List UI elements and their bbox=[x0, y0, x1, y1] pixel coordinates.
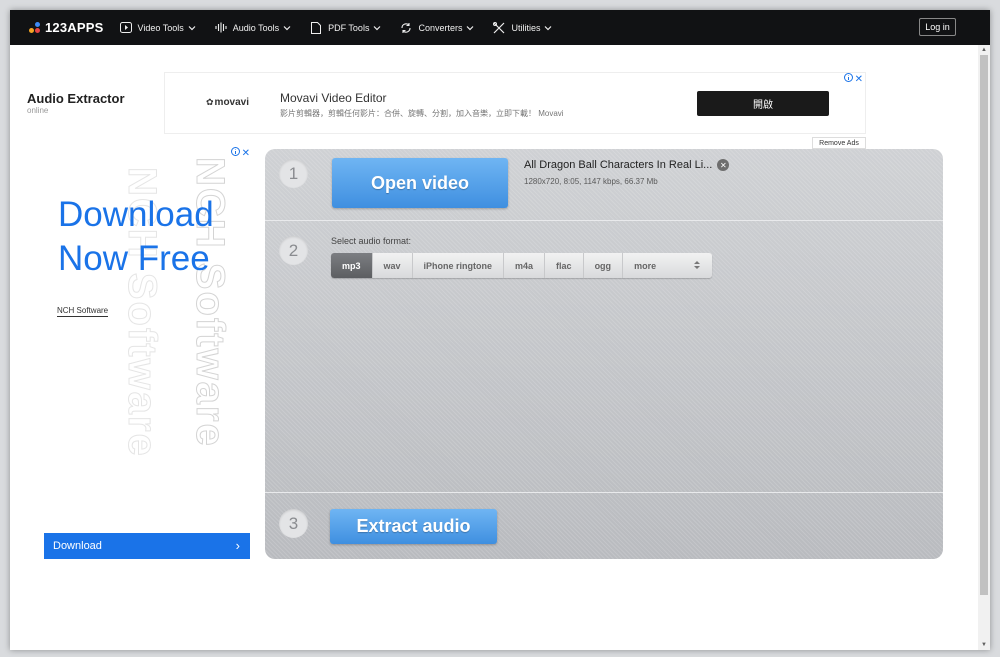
logo[interactable]: 123APPS bbox=[29, 20, 104, 35]
convert-icon bbox=[400, 22, 412, 34]
info-icon[interactable] bbox=[230, 147, 240, 159]
page-title: Audio Extractor bbox=[27, 91, 125, 106]
format-wav[interactable]: wav bbox=[373, 253, 413, 278]
nav-pdf-tools-label: PDF Tools bbox=[328, 22, 370, 33]
remove-file-icon[interactable]: ✕ bbox=[717, 159, 730, 171]
format-label: Select audio format: bbox=[331, 236, 412, 246]
ad-brand-logo: ✿movavi bbox=[206, 97, 250, 108]
movavi-logo-icon: ✿ bbox=[206, 97, 214, 107]
ad-download-button[interactable]: Download › bbox=[44, 533, 250, 559]
format-more-select[interactable]: more bbox=[623, 253, 712, 278]
format-ogg[interactable]: ogg bbox=[584, 253, 624, 278]
ad-choices[interactable]: ✕ bbox=[230, 147, 250, 159]
nav-video-tools[interactable]: Video Tools bbox=[119, 22, 196, 34]
ad-open-button[interactable]: 開啟 bbox=[697, 91, 829, 116]
tools-icon bbox=[493, 21, 505, 34]
nav-audio-tools[interactable]: Audio Tools bbox=[215, 22, 291, 34]
scrollbar[interactable]: ▲ ▼ bbox=[978, 45, 990, 650]
nav-pdf-tools[interactable]: PDF Tools bbox=[310, 21, 381, 34]
nav-audio-tools-label: Audio Tools bbox=[232, 22, 280, 33]
logo-text: 123APPS bbox=[45, 20, 104, 35]
file-name: All Dragon Ball Characters In Real Li...… bbox=[524, 159, 730, 171]
updown-arrow-icon bbox=[693, 260, 701, 272]
top-navbar: 123APPS Video Tools Audio Tools PDF Tool… bbox=[10, 10, 990, 45]
format-m4a[interactable]: m4a bbox=[504, 253, 546, 278]
scrollbar-thumb[interactable] bbox=[980, 55, 988, 595]
top-banner-ad[interactable]: ✿movavi Movavi Video Editor 影片剪輯器，剪輯任何影片… bbox=[164, 72, 866, 134]
nav-utilities-label: Utilities bbox=[511, 22, 541, 33]
ad-choices[interactable]: ✕ bbox=[843, 73, 863, 85]
nav-converters[interactable]: Converters bbox=[400, 22, 474, 34]
open-video-button[interactable]: Open video bbox=[332, 158, 508, 208]
ad-description: 影片剪輯器，剪輯任何影片：合併、旋轉、分割，加入音樂，立即下載！ Movavi bbox=[280, 109, 564, 118]
format-selector: mp3 wav iPhone ringtone m4a flac ogg mor… bbox=[331, 253, 713, 278]
close-icon[interactable]: ✕ bbox=[855, 74, 863, 85]
nav-video-tools-label: Video Tools bbox=[137, 22, 184, 33]
divider bbox=[265, 220, 943, 221]
play-icon bbox=[119, 22, 132, 34]
ad-title: Movavi Video Editor bbox=[280, 91, 387, 105]
step-1-number: 1 bbox=[279, 159, 308, 188]
chevron-down-icon bbox=[188, 24, 196, 32]
extract-audio-button[interactable]: Extract audio bbox=[330, 509, 497, 544]
document-icon bbox=[310, 21, 322, 34]
step-2-number: 2 bbox=[279, 236, 308, 265]
format-flac[interactable]: flac bbox=[545, 253, 584, 278]
logo-icon bbox=[29, 21, 41, 34]
chevron-down-icon bbox=[283, 24, 291, 32]
close-icon[interactable]: ✕ bbox=[242, 148, 250, 159]
info-icon[interactable] bbox=[843, 73, 853, 85]
ad-headline: Download Now Free bbox=[58, 195, 214, 278]
divider bbox=[265, 492, 943, 493]
chevron-down-icon bbox=[544, 24, 552, 32]
chevron-down-icon bbox=[373, 24, 381, 32]
step-3-number: 3 bbox=[279, 509, 308, 538]
chevron-right-icon: › bbox=[235, 538, 240, 553]
ad-vendor[interactable]: NCH Software bbox=[57, 306, 109, 317]
browser-window: 123APPS Video Tools Audio Tools PDF Tool… bbox=[10, 10, 990, 650]
extractor-panel: 1 Open video All Dragon Ball Characters … bbox=[265, 149, 943, 559]
nav-utilities[interactable]: Utilities bbox=[493, 21, 552, 34]
format-iphone-ringtone[interactable]: iPhone ringtone bbox=[413, 253, 505, 278]
chevron-down-icon bbox=[466, 24, 474, 32]
format-mp3[interactable]: mp3 bbox=[331, 253, 373, 278]
side-banner-ad[interactable]: NCH Software NCH Software Download Now F… bbox=[44, 147, 250, 559]
nav-converters-label: Converters bbox=[418, 22, 463, 33]
scroll-down-icon[interactable]: ▼ bbox=[978, 640, 990, 650]
waveform-icon bbox=[215, 22, 227, 34]
login-button[interactable]: Log in bbox=[919, 18, 956, 36]
page-subtitle: online bbox=[27, 106, 49, 115]
scroll-up-icon[interactable]: ▲ bbox=[978, 45, 990, 55]
remove-ads-link[interactable]: Remove Ads bbox=[812, 137, 866, 149]
file-meta: 1280x720, 8:05, 1147 kbps, 66.37 Mb bbox=[524, 177, 658, 186]
